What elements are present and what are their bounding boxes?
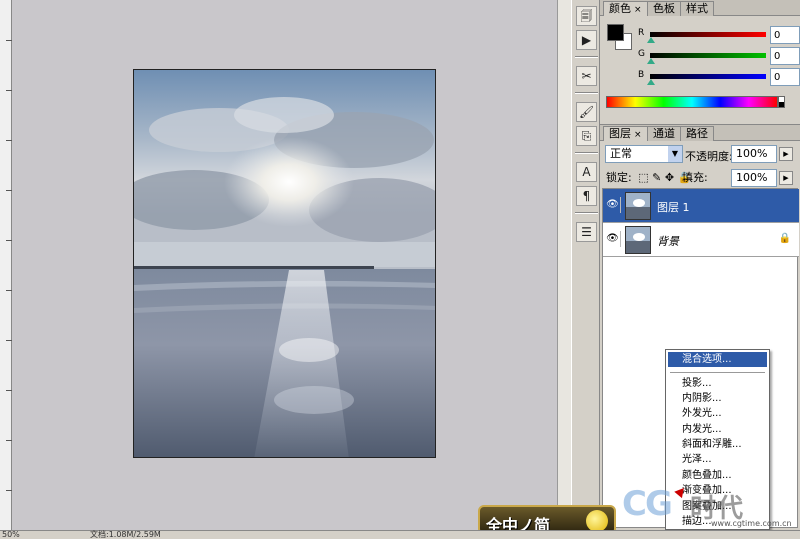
lock-label: 锁定: [606, 171, 632, 184]
status-bar: 50% 文档:1.08M/2.59M [0, 530, 800, 539]
vertical-ruler [0, 0, 12, 530]
menu-item-satin[interactable]: 光泽... [668, 452, 767, 467]
tab-layers[interactable]: 图层 × [603, 126, 648, 141]
layer-row[interactable]: 👁 背景 🔒 [603, 223, 799, 257]
blend-mode-value: 正常 [610, 147, 632, 160]
lock-icon: 🔒 [778, 233, 791, 244]
tab-layers-label: 图层 [609, 127, 631, 140]
menu-item-bevel-emboss[interactable]: 斜面和浮雕... [668, 437, 767, 452]
color-panel-tabs: 颜色 × 色板 样式 [600, 0, 800, 16]
tab-styles[interactable]: 样式 [680, 1, 714, 16]
zoom-level[interactable]: 50% [2, 531, 20, 539]
close-icon[interactable]: × [634, 130, 642, 140]
document-image[interactable] [133, 69, 436, 458]
fill-label: 填充: [682, 171, 708, 184]
watermark-url: www.cgtime.com.cn [711, 519, 792, 528]
layer-thumbnail-image [626, 193, 650, 219]
character-icon[interactable]: A [576, 162, 597, 182]
fill-dropdown-button[interactable]: ▶ [779, 171, 793, 185]
black-white-ramp[interactable] [778, 96, 785, 108]
close-icon[interactable]: × [634, 5, 642, 15]
fill-value: 100% [736, 171, 768, 184]
red-channel-row: R [638, 26, 800, 44]
green-slider-track[interactable] [650, 53, 766, 58]
canvas-scrollbar[interactable] [557, 0, 571, 530]
opacity-label: 不透明度: [685, 150, 733, 163]
layer-name: 背景 [657, 235, 679, 248]
tab-color-label: 颜色 [609, 2, 631, 15]
clone-source-icon[interactable]: ⎘ [576, 126, 597, 146]
menu-separator [670, 372, 765, 373]
foreground-color-swatch[interactable] [607, 24, 624, 41]
menu-item-blending-options[interactable]: 混合选项... [668, 352, 767, 367]
menu-item-inner-shadow[interactable]: 内阴影... [668, 391, 767, 406]
green-value-input[interactable] [770, 47, 800, 65]
eye-icon[interactable]: 👁 [605, 231, 621, 247]
panel-dock: 🗐 ▶ ✂ 🖌 ⎘ A ¶ ☰ [571, 0, 600, 530]
tab-paths-label: 路径 [686, 127, 708, 140]
dock-separator [575, 152, 598, 154]
dock-separator [575, 212, 598, 214]
layer-comps-icon[interactable]: ☰ [576, 222, 597, 242]
tab-paths[interactable]: 路径 [680, 126, 714, 141]
layer-row[interactable]: 👁 图层 1 [603, 189, 799, 223]
red-value-input[interactable] [770, 26, 800, 44]
red-slider-thumb[interactable] [647, 37, 655, 43]
menu-item-inner-glow[interactable]: 内发光... [668, 422, 767, 437]
moon-icon [586, 510, 608, 532]
red-label: R [638, 28, 645, 38]
layer-thumbnail-image [626, 227, 650, 253]
green-channel-row: G [638, 47, 800, 65]
layer-thumbnail [625, 192, 651, 220]
tab-channels[interactable]: 通道 [647, 126, 681, 141]
tab-styles-label: 样式 [686, 2, 708, 15]
color-panel: 颜色× 色板 样式 R G B [600, 0, 800, 118]
actions-icon[interactable]: ▶ [576, 30, 597, 50]
menu-item-outer-glow[interactable]: 外发光... [668, 406, 767, 421]
paragraph-icon[interactable]: ¶ [576, 186, 597, 206]
history-icon[interactable]: 🗐 [576, 6, 597, 26]
tab-swatches-label: 色板 [653, 2, 675, 15]
tab-color[interactable]: 颜色 × [603, 1, 648, 16]
beach-photo [134, 70, 435, 457]
blue-channel-row: B [638, 68, 800, 86]
dock-separator [575, 56, 598, 58]
blue-slider-track[interactable] [650, 74, 766, 79]
tab-swatches[interactable]: 色板 [647, 1, 681, 16]
layers-panel-tabs: 图层 × 通道 路径 [600, 125, 800, 141]
brushes-icon[interactable]: 🖌 [576, 102, 597, 122]
fill-field[interactable]: 100% [731, 169, 777, 187]
dock-separator [575, 92, 598, 94]
red-slider-track[interactable] [650, 32, 766, 37]
layer-thumbnail [625, 226, 651, 254]
menu-item-color-overlay[interactable]: 颜色叠加... [668, 468, 767, 483]
document-canvas-area[interactable] [12, 0, 557, 530]
opacity-value: 100% [736, 147, 768, 160]
green-slider-thumb[interactable] [647, 58, 655, 64]
blend-mode-select[interactable]: 正常 ▼ [605, 145, 683, 163]
document-size-info: 文档:1.08M/2.59M [90, 530, 161, 539]
cg-logo-watermark: CG [622, 484, 673, 524]
menu-item-drop-shadow[interactable]: 投影... [668, 376, 767, 391]
tool-presets-icon[interactable]: ✂ [576, 66, 597, 86]
eye-icon[interactable]: 👁 [605, 197, 621, 213]
layer-name: 图层 1 [657, 201, 690, 214]
green-label: G [638, 49, 645, 59]
chevron-down-icon[interactable]: ▼ [668, 146, 682, 162]
blue-value-input[interactable] [770, 68, 800, 86]
opacity-dropdown-button[interactable]: ▶ [779, 147, 793, 161]
blue-label: B [638, 70, 645, 80]
tab-channels-label: 通道 [653, 127, 675, 140]
color-spectrum-bar[interactable] [606, 96, 778, 108]
opacity-field[interactable]: 100% [731, 145, 777, 163]
blue-slider-thumb[interactable] [647, 79, 655, 85]
